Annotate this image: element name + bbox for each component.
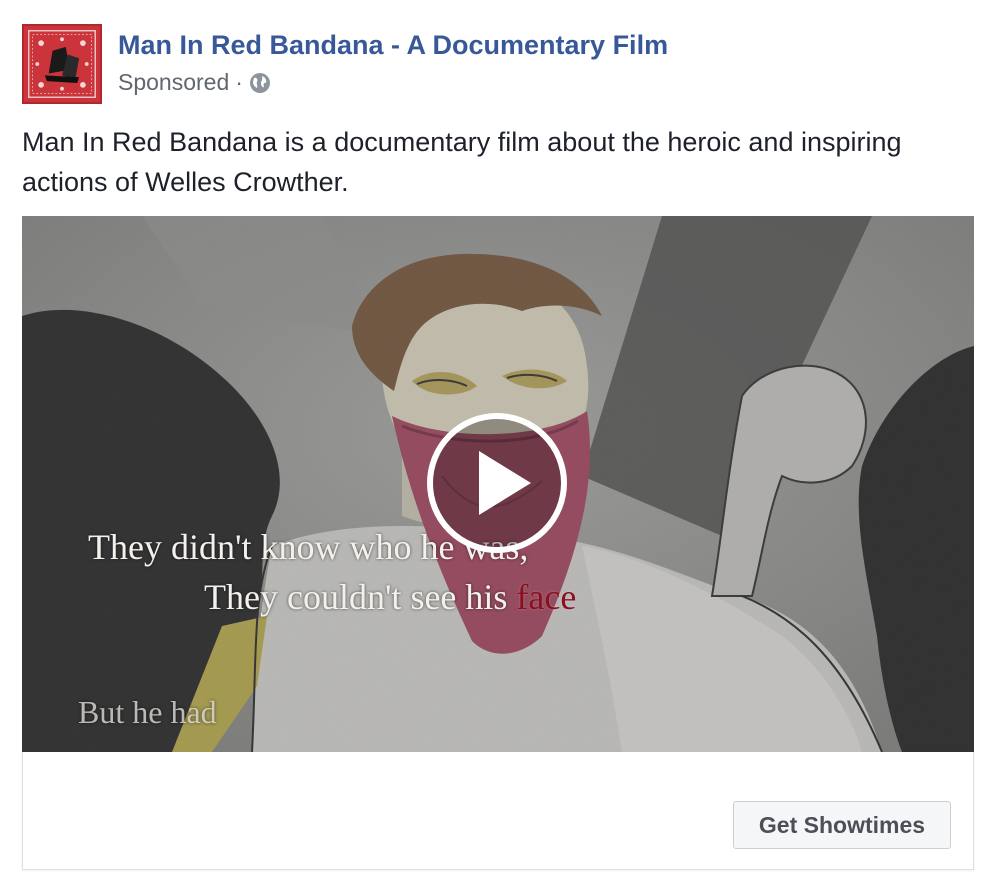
- cta-container: Get Showtimes: [22, 752, 974, 870]
- bandana-logo-icon: [24, 26, 100, 102]
- sponsored-post: Man In Red Bandana - A Documentary Film …: [0, 0, 996, 892]
- caption-highlight-word: face: [516, 577, 577, 617]
- globe-icon[interactable]: [249, 72, 271, 94]
- page-avatar[interactable]: [22, 24, 102, 104]
- post-meta: Sponsored ·: [118, 69, 271, 96]
- play-icon: [479, 451, 531, 515]
- play-button[interactable]: [427, 413, 567, 553]
- meta-separator: ·: [235, 69, 243, 95]
- get-showtimes-button[interactable]: Get Showtimes: [733, 801, 951, 849]
- caption-line-3: But he had: [78, 694, 217, 730]
- caption-line-2: They couldn't see his face: [204, 576, 576, 618]
- video-player[interactable]: They didn't know who he was, They couldn…: [22, 216, 974, 752]
- post-text: Man In Red Bandana is a documentary film…: [22, 127, 902, 197]
- sponsored-label[interactable]: Sponsored: [118, 69, 229, 96]
- page-name-link[interactable]: Man In Red Bandana - A Documentary Film: [118, 30, 668, 61]
- caption-line-2-text: They couldn't see his: [204, 577, 517, 617]
